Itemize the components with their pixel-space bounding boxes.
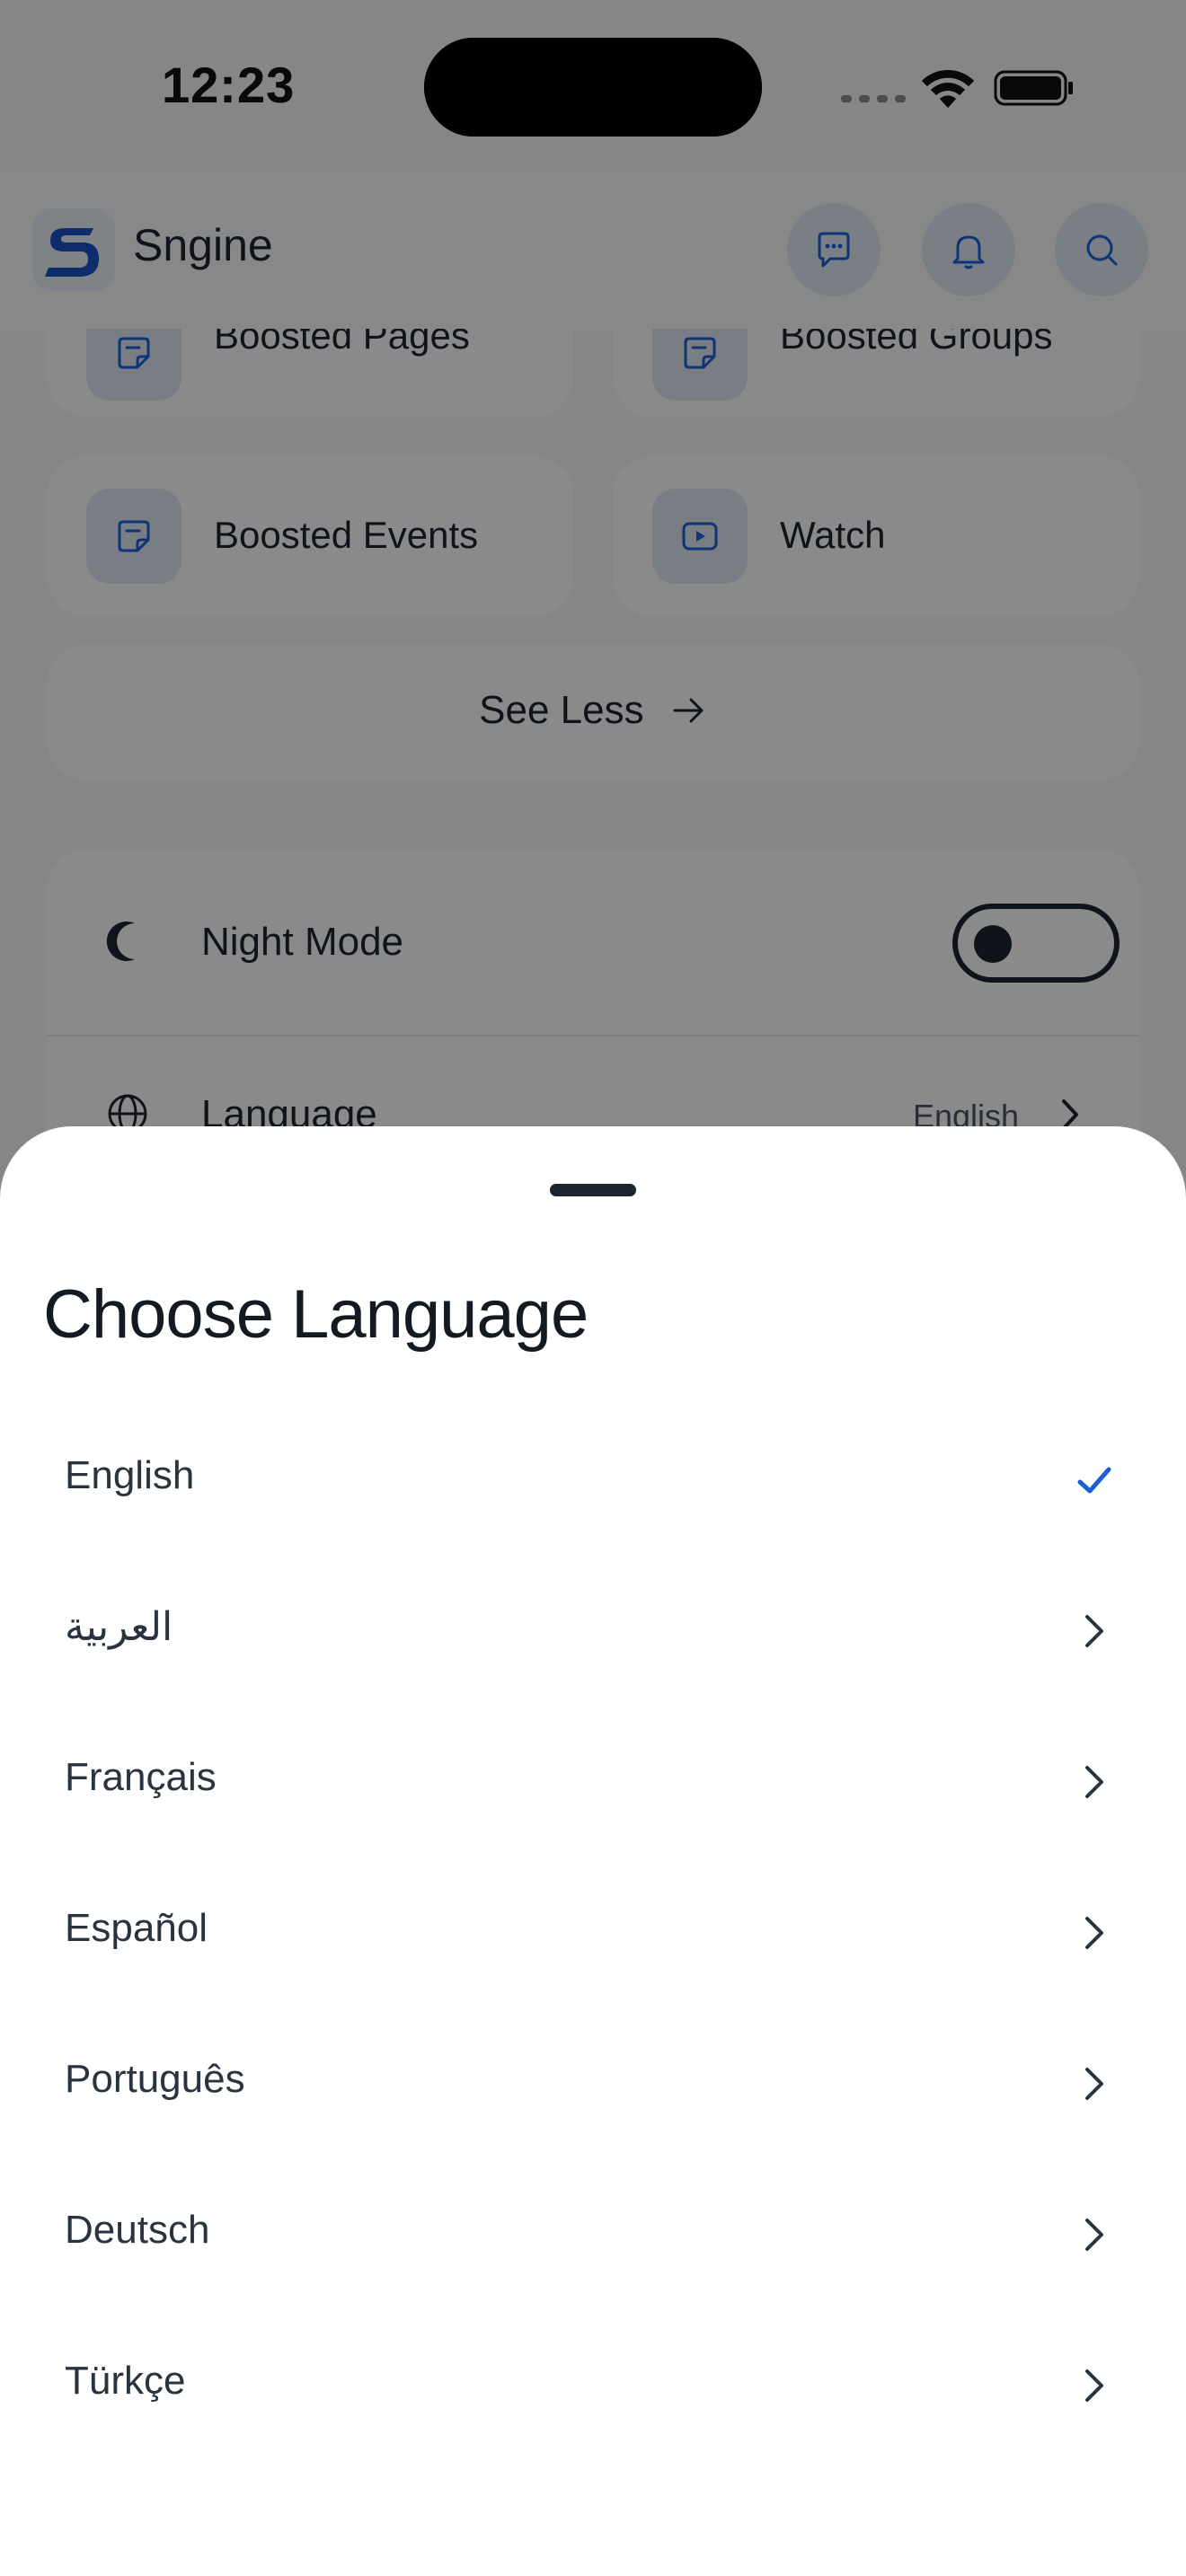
language-bottom-sheet: Choose Language English العربية Français… bbox=[0, 1126, 1186, 2576]
checkmark-icon bbox=[1077, 1467, 1111, 1494]
chevron-right-icon bbox=[1085, 2068, 1103, 2100]
language-option-portuguese[interactable]: Português bbox=[0, 2008, 1186, 2159]
language-option-label: Deutsch bbox=[65, 2208, 210, 2252]
language-option-arabic[interactable]: العربية bbox=[0, 1556, 1186, 1707]
language-option-turkish[interactable]: Türkçe bbox=[0, 2310, 1186, 2461]
chevron-right-icon bbox=[1085, 2219, 1103, 2251]
sheet-drag-handle[interactable] bbox=[550, 1184, 636, 1196]
language-option-label: Português bbox=[65, 2057, 245, 2101]
sheet-title: Choose Language bbox=[43, 1276, 589, 1353]
language-option-label: Español bbox=[65, 1906, 208, 1950]
language-option-german[interactable]: Deutsch bbox=[0, 2159, 1186, 2310]
language-option-french[interactable]: Français bbox=[0, 1707, 1186, 1857]
chevron-right-icon bbox=[1085, 1766, 1103, 1798]
language-option-english[interactable]: English bbox=[0, 1405, 1186, 1556]
language-option-label: Türkçe bbox=[65, 2359, 186, 2403]
language-option-label: العربية bbox=[65, 1605, 173, 1649]
language-option-label: Français bbox=[65, 1755, 217, 1799]
language-option-label: English bbox=[65, 1453, 195, 1497]
chevron-right-icon bbox=[1085, 2369, 1103, 2402]
language-option-spanish[interactable]: Español bbox=[0, 1857, 1186, 2008]
chevron-right-icon bbox=[1085, 1615, 1103, 1647]
chevron-right-icon bbox=[1085, 1917, 1103, 1949]
